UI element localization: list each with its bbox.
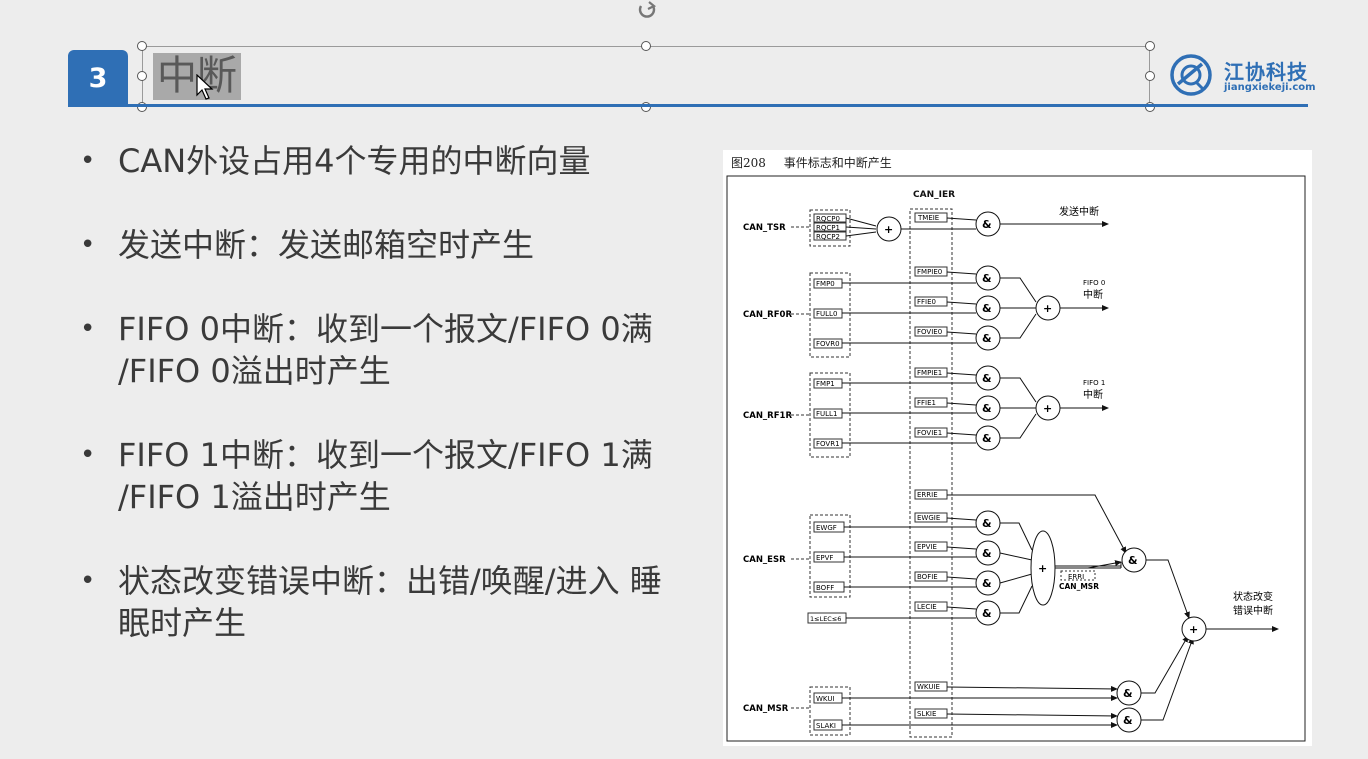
flag-rqcp2: RQCP2	[816, 233, 840, 241]
diagram-frame	[726, 175, 1306, 742]
ier-group-box	[909, 208, 953, 738]
bullet-item: • 发送中断：发送邮箱空时产生	[80, 226, 535, 264]
and-gate-rf0-c: &	[982, 332, 992, 345]
resize-handle-right[interactable]	[1145, 71, 1155, 81]
and-gate-slaki: &	[1123, 714, 1133, 727]
flag-slaki: SLAKI	[816, 722, 836, 730]
rf1r-label: CAN_RF1R	[743, 411, 792, 421]
resize-handle-top-right[interactable]	[1145, 41, 1155, 51]
en-epvie: EPVIE	[917, 543, 937, 551]
logo-url: jiangxiekeji.com	[1224, 82, 1316, 93]
rotate-handle-icon[interactable]	[634, 0, 660, 20]
en-tmeie: TMEIE	[917, 214, 939, 222]
erri-label: ERRI	[1068, 573, 1084, 581]
en-wkuie: WKUIE	[917, 683, 940, 691]
resize-handle-top[interactable]	[641, 41, 651, 51]
bullet-text: FIFO 0中断：收到一个报文/FIFO 0满 /FIFO 0溢出时产生	[118, 310, 653, 390]
en-fovie0: FOVIE0	[917, 328, 942, 336]
en-bofie: BOFIE	[917, 573, 938, 581]
bullet-item: • FIFO 0中断：收到一个报文/FIFO 0满 /FIFO 0溢出时产生	[80, 310, 653, 390]
bullet-text: 状态改变错误中断：出错/唤醒/进入 睡眠时产生	[118, 562, 662, 642]
bullet-list: • CAN外设占用4个专用的中断向量 • 发送中断：发送邮箱空时产生 • FIFO 0…	[80, 140, 690, 686]
mouse-cursor-icon	[196, 74, 214, 100]
en-fmpie0: FMPIE0	[917, 268, 942, 276]
en-lecie: LECIE	[917, 603, 937, 611]
flag-fovr1: FOVR1	[816, 440, 840, 448]
company-logo: 江协科技 jiangxiekeji.com	[1168, 52, 1316, 98]
and-gate-esr-b: &	[982, 547, 992, 560]
interrupt-diagram: CAN_IER CAN_TSR RQCP0 RQCP1 RQCP2 + TMEI…	[726, 175, 1306, 742]
interrupt-figure[interactable]: 图208 事件标志和中断产生 CAN_IER CAN_TSR RQCP0 RQC…	[723, 150, 1312, 746]
and-gate-rf1-a: &	[982, 372, 992, 385]
and-gate-esr-a: &	[982, 517, 992, 530]
en-ffie1: FFIE1	[917, 399, 936, 407]
flag-rqcp1: RQCP1	[816, 224, 840, 232]
bullet-text: CAN外设占用4个专用的中断向量	[118, 142, 591, 180]
or-gate-esr: +	[1038, 562, 1047, 575]
flag-epvf: EPVF	[816, 554, 833, 562]
en-errie: ERRIE	[917, 491, 938, 499]
bullet-text: 发送中断：发送邮箱空时产生	[118, 226, 535, 264]
flag-lec: 1≤LEC≤6	[810, 615, 841, 623]
section-number-badge: 3	[68, 50, 128, 107]
esr-msr-label: CAN_MSR	[1059, 582, 1099, 591]
and-gate-rf1-c: &	[982, 432, 992, 445]
resize-handle-top-left[interactable]	[137, 41, 147, 51]
logo-name: 江协科技	[1224, 60, 1308, 84]
esr-label: CAN_ESR	[743, 555, 786, 565]
flag-fmp1: FMP1	[816, 380, 835, 388]
flag-full0: FULL0	[816, 310, 837, 318]
bullet-item: • 状态改变错误中断：出错/唤醒/进入 睡眠时产生	[80, 562, 662, 642]
en-ewgie: EWGIE	[917, 514, 940, 522]
ier-label: CAN_IER	[913, 190, 955, 200]
bullet-item: • CAN外设占用4个专用的中断向量	[80, 142, 591, 180]
msr-label: CAN_MSR	[743, 704, 789, 714]
en-fovie1: FOVIE1	[917, 429, 942, 437]
out-tx: 发送中断	[1059, 205, 1099, 218]
en-slkie: SLKIE	[917, 710, 936, 718]
or-gate-rf0: +	[1043, 302, 1052, 315]
or-gate-rf1: +	[1043, 402, 1052, 415]
or-gate-tsr: +	[884, 223, 893, 236]
out-fifo0-2: 中断	[1083, 288, 1103, 301]
and-gate-esr-d: &	[982, 607, 992, 620]
out-fifo0-1: FIFO 0	[1083, 279, 1105, 287]
and-gate-wkui: &	[1123, 687, 1133, 700]
out-fifo1-1: FIFO 1	[1083, 379, 1105, 387]
out-status-1: 状态改变	[1233, 590, 1273, 603]
or-gate-status: +	[1189, 623, 1198, 636]
flag-fmp0: FMP0	[816, 280, 835, 288]
title-underline	[68, 104, 1308, 107]
flag-boff: BOFF	[816, 584, 834, 592]
selection-box[interactable]	[142, 46, 1150, 107]
out-status-2: 错误中断	[1233, 604, 1273, 617]
en-fmpie1: FMPIE1	[917, 369, 942, 377]
bullet-item: • FIFO 1中断：收到一个报文/FIFO 1满 /FIFO 1溢出时产生	[80, 436, 653, 516]
flag-wkui: WKUI	[816, 695, 835, 703]
tsr-label: CAN_TSR	[743, 223, 786, 233]
flag-rqcp0: RQCP0	[816, 215, 840, 223]
flag-ewgf: EWGF	[816, 524, 837, 532]
and-gate-tsr: &	[982, 218, 992, 231]
flag-full1: FULL1	[816, 410, 837, 418]
out-fifo1-2: 中断	[1083, 388, 1103, 401]
en-ffie0: FFIE0	[917, 298, 936, 306]
and-gate-rf1-b: &	[982, 402, 992, 415]
flag-fovr0: FOVR0	[816, 340, 840, 348]
bullet-text: FIFO 1中断：收到一个报文/FIFO 1满 /FIFO 1溢出时产生	[118, 436, 653, 516]
logo-icon	[1170, 54, 1212, 96]
rf0r-label: CAN_RF0R	[743, 310, 792, 320]
and-gate-esr-c: &	[982, 577, 992, 590]
resize-handle-left[interactable]	[137, 71, 147, 81]
and-gate-rf0-b: &	[982, 302, 992, 315]
and-gate-rf0-a: &	[982, 272, 992, 285]
and-gate-err: &	[1128, 554, 1138, 567]
